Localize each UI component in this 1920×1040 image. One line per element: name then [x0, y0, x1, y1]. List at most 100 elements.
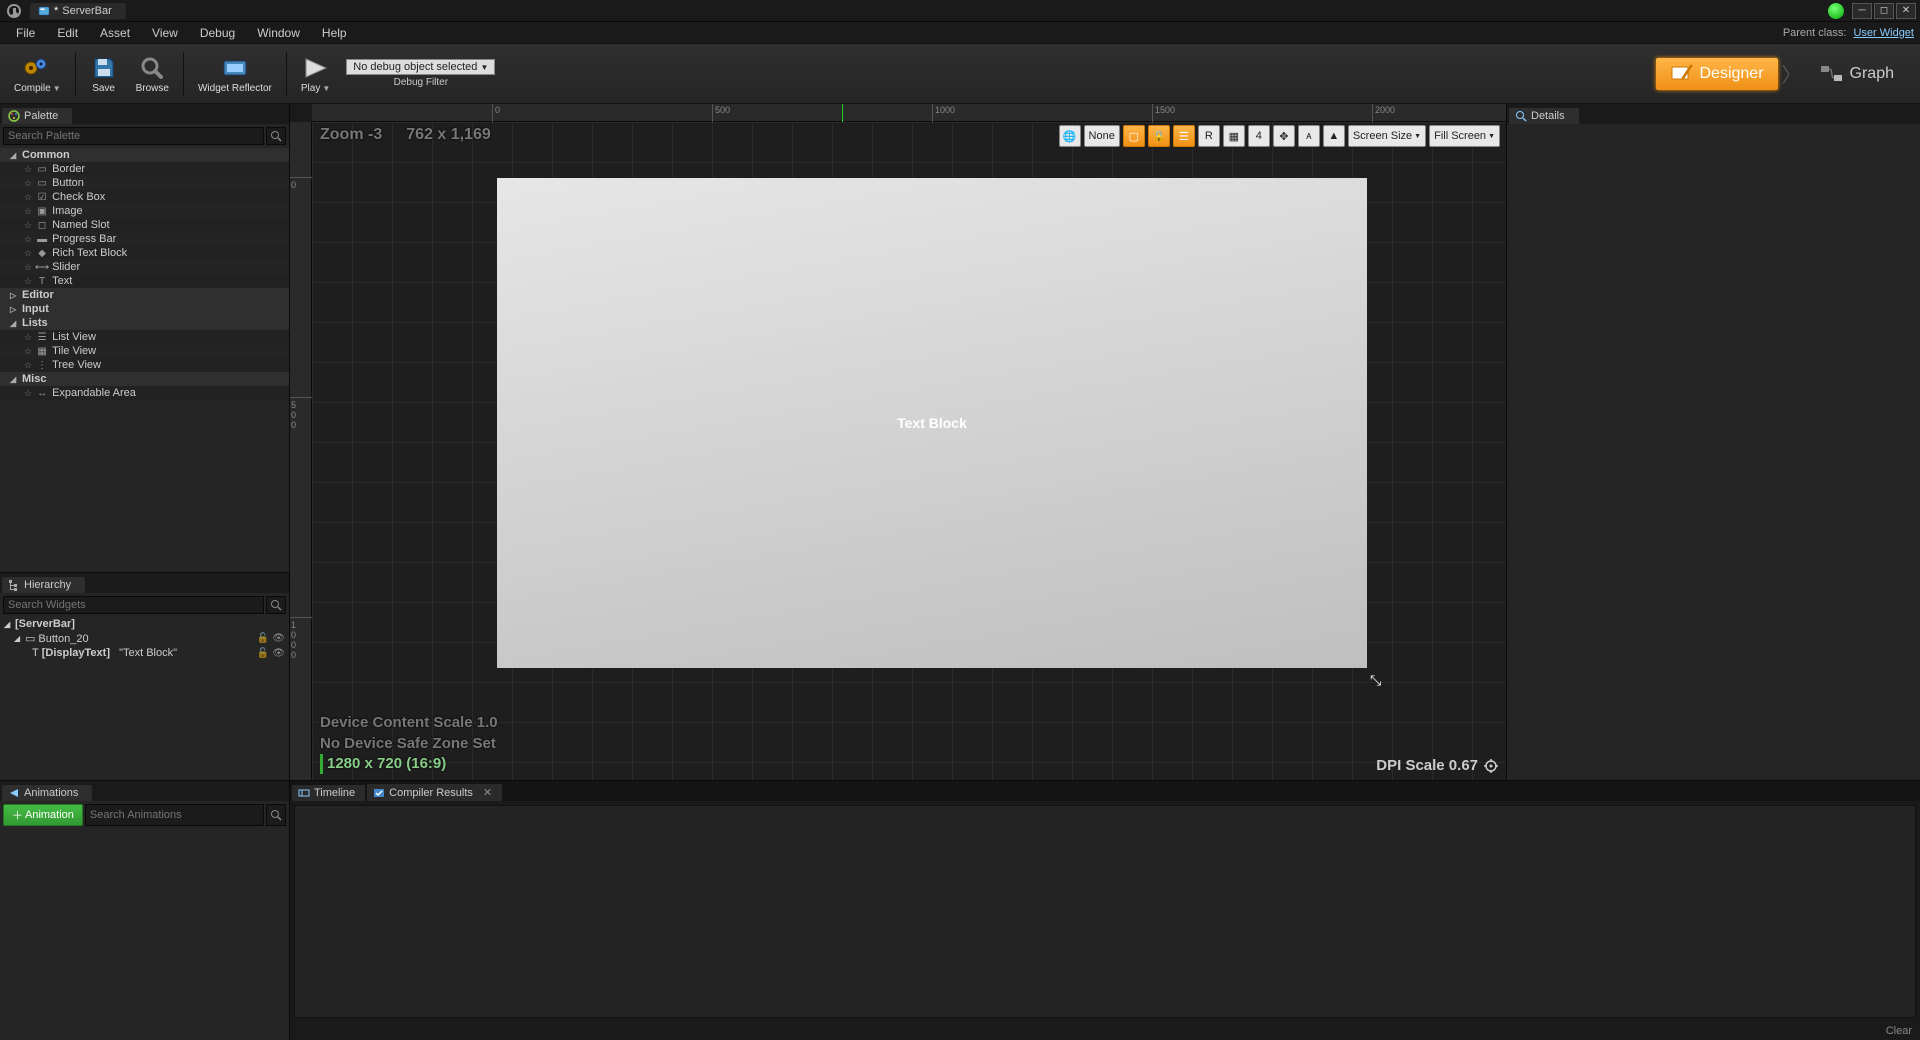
widget-design-surface[interactable]: Text Block	[497, 178, 1367, 668]
toggle-lock-button[interactable]: 🔒	[1148, 125, 1170, 147]
localization-button[interactable]: ᴀ	[1298, 125, 1320, 147]
palette-category[interactable]: ▷Input	[0, 302, 289, 316]
hierarchy-search-input[interactable]	[3, 596, 264, 614]
compiler-results-tab[interactable]: Compiler Results ✕	[367, 784, 502, 801]
palette-item[interactable]: ☆⟷Slider	[0, 260, 289, 274]
palette-category[interactable]: ◢Common	[0, 148, 289, 162]
menu-debug[interactable]: Debug	[190, 24, 245, 42]
menu-view[interactable]: View	[142, 24, 188, 42]
play-button[interactable]: Play▼	[293, 52, 338, 96]
palette-item[interactable]: ☆▬Progress Bar	[0, 232, 289, 246]
palette-category[interactable]: ◢Misc	[0, 372, 289, 386]
animations-panel-tab[interactable]: Animations	[2, 785, 92, 801]
viewport-canvas[interactable]: Zoom -3 762 x 1,169 🌐 None ▢ 🔒 ☰ R ▦ 4 ✥…	[312, 122, 1506, 780]
palette-item[interactable]: ☆▭Button	[0, 176, 289, 190]
grid-snap-button[interactable]: ▦	[1223, 125, 1245, 147]
fill-screen-dropdown[interactable]: Fill Screen▼	[1429, 125, 1500, 147]
animations-list	[0, 829, 289, 1040]
ruler-tick: 1500	[1152, 104, 1175, 122]
window-maximize-button[interactable]: ◻	[1874, 3, 1894, 19]
menu-window[interactable]: Window	[247, 24, 310, 42]
details-icon	[1515, 110, 1527, 122]
designer-viewport[interactable]: 0500100015002000 05001000 Zoom -3 762 x …	[290, 104, 1506, 780]
palette-item[interactable]: ☆TText	[0, 274, 289, 288]
widget-reflector-icon	[221, 54, 249, 82]
menu-asset[interactable]: Asset	[90, 24, 140, 42]
respect-locks-button[interactable]: R	[1198, 125, 1220, 147]
debug-object-select[interactable]: No debug object selected ▼	[346, 59, 495, 75]
unlock-icon[interactable]: 🔓	[257, 633, 269, 644]
palette-item[interactable]: ☆▭Border	[0, 162, 289, 176]
hierarchy-item[interactable]: ◢ ▭ Button_20 🔓👁	[0, 631, 289, 646]
device-scale-label: Device Content Scale 1.0	[320, 713, 498, 733]
textblock-widget[interactable]: Text Block	[897, 415, 967, 431]
close-icon[interactable]: ✕	[483, 786, 492, 799]
globe-icon: 🌐	[1063, 130, 1077, 143]
search-icon[interactable]	[266, 127, 286, 145]
source-control-status-icon[interactable]	[1828, 3, 1844, 19]
ruler-cursor-indicator	[842, 104, 843, 122]
widget-reflector-button[interactable]: Widget Reflector	[190, 52, 280, 96]
designer-mode-tab[interactable]: Designer	[1656, 58, 1778, 90]
resize-handle-icon[interactable]: ⤡	[1370, 672, 1381, 689]
palette-category[interactable]: ◢Lists	[0, 316, 289, 330]
ruler-tick: 0	[492, 104, 500, 122]
palette-panel-tab[interactable]: Palette	[2, 108, 72, 124]
palette-item[interactable]: ☆☰List View	[0, 330, 289, 344]
palette-icon	[8, 110, 20, 122]
menu-help[interactable]: Help	[312, 24, 357, 42]
editor-tab[interactable]: * ServerBar	[30, 3, 126, 19]
screen-size-dropdown[interactable]: Screen Size▼	[1348, 125, 1426, 147]
timeline-tab[interactable]: Timeline	[292, 785, 365, 801]
image-icon: ▲	[1328, 130, 1339, 142]
palette-category[interactable]: ▷Editor	[0, 288, 289, 302]
animations-search-input[interactable]	[85, 804, 264, 826]
clear-button[interactable]: Clear	[1886, 1025, 1912, 1037]
compiler-results-body	[294, 805, 1916, 1018]
palette-item[interactable]: ☆⋮Tree View	[0, 358, 289, 372]
window-minimize-button[interactable]: ─	[1852, 3, 1872, 19]
eye-icon[interactable]: 👁	[272, 633, 285, 644]
localization-preview-button[interactable]: 🌐	[1059, 125, 1081, 147]
resolution-label: 1280 x 720 (16:9)	[320, 754, 498, 774]
safe-zone-label: No Device Safe Zone Set	[320, 734, 498, 754]
unlock-icon[interactable]: 🔓	[257, 648, 269, 659]
palette-item[interactable]: ☆☑Check Box	[0, 190, 289, 204]
animations-icon	[8, 787, 20, 799]
lock-icon: 🔒	[1152, 130, 1166, 143]
gear-icon[interactable]	[1484, 759, 1498, 773]
save-button[interactable]: Save	[82, 52, 126, 96]
palette-item[interactable]: ☆◆Rich Text Block	[0, 246, 289, 260]
toggle-details-button[interactable]: ☰	[1173, 125, 1195, 147]
palette-item[interactable]: ☆▣Image	[0, 204, 289, 218]
window-close-button[interactable]: ✕	[1896, 3, 1916, 19]
compile-button[interactable]: Compile▼	[6, 52, 69, 96]
layout-transform-none-button[interactable]: None	[1084, 125, 1120, 147]
parent-class-indicator: Parent class: User Widget	[1783, 27, 1914, 39]
details-panel-tab[interactable]: Details	[1509, 108, 1579, 124]
search-icon[interactable]	[266, 596, 286, 614]
palette-tree[interactable]: ◢Common☆▭Border☆▭Button☆☑Check Box☆▣Imag…	[0, 148, 289, 572]
hierarchy-item[interactable]: T [DisplayText] "Text Block" 🔓👁	[0, 646, 289, 660]
parent-class-link[interactable]: User Widget	[1853, 27, 1914, 39]
eye-icon[interactable]: 👁	[272, 648, 285, 659]
add-animation-button[interactable]: ＋ Animation	[3, 804, 83, 826]
toggle-outlines-button[interactable]: ▢	[1123, 125, 1145, 147]
image-preview-button[interactable]: ▲	[1323, 125, 1345, 147]
palette-item[interactable]: ☆↔Expandable Area	[0, 386, 289, 400]
hierarchy-root[interactable]: ◢ [ServerBar]	[0, 617, 289, 631]
graph-mode-tab[interactable]: Graph	[1806, 58, 1908, 90]
browse-button[interactable]: Browse	[128, 52, 177, 96]
browse-icon	[138, 54, 166, 82]
palette-item[interactable]: ☆▦Tile View	[0, 344, 289, 358]
position-snap-button[interactable]: ✥	[1273, 125, 1295, 147]
palette-search-input[interactable]	[3, 127, 264, 145]
hierarchy-panel-tab[interactable]: Hierarchy	[2, 577, 85, 593]
details-body	[1507, 124, 1920, 780]
menu-file[interactable]: File	[6, 24, 45, 42]
search-icon[interactable]	[266, 804, 286, 826]
menu-edit[interactable]: Edit	[47, 24, 88, 42]
menubar: File Edit Asset View Debug Window Help P…	[0, 22, 1920, 44]
palette-item[interactable]: ☆◻Named Slot	[0, 218, 289, 232]
grid-snap-value[interactable]: 4	[1248, 125, 1270, 147]
